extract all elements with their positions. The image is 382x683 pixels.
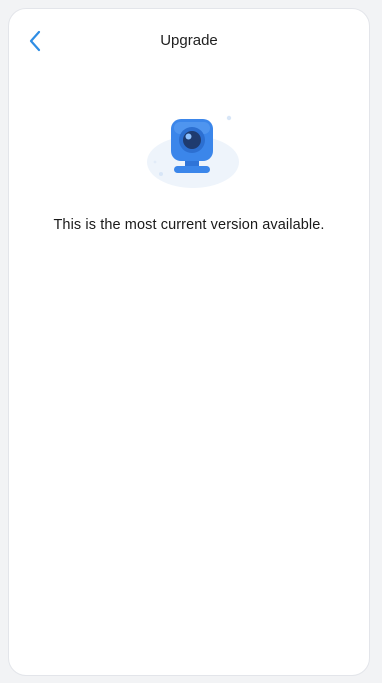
upgrade-screen: Upgrade This is the most current version… xyxy=(8,8,370,676)
top-bar: Upgrade xyxy=(9,9,369,79)
status-message: This is the most current version availab… xyxy=(53,217,325,233)
camera-icon xyxy=(147,115,239,188)
page-title: Upgrade xyxy=(160,32,218,49)
